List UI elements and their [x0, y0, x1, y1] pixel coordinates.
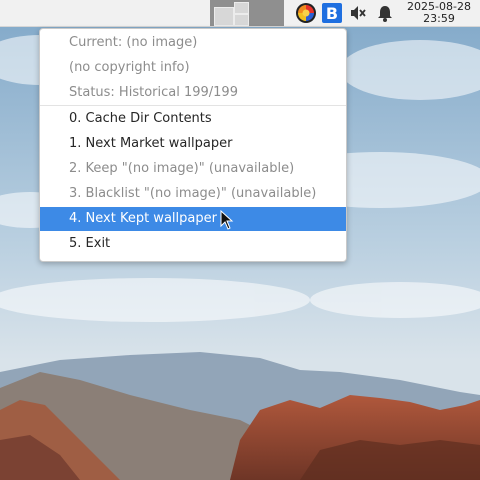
- menu-info-current: Current: (no image): [69, 35, 198, 50]
- color-wheel-icon[interactable]: [294, 1, 318, 25]
- menu-separator: [40, 105, 346, 106]
- clock[interactable]: 2025-08-28 23:59: [398, 0, 480, 27]
- menu-item-keep: 2. Keep "(no image)" (unavailable): [69, 161, 295, 176]
- menu-item-next-kept[interactable]: 4. Next Kept wallpaper: [40, 207, 346, 231]
- mouse-cursor-icon: [220, 209, 234, 230]
- workspace-1[interactable]: [214, 7, 234, 26]
- menu-item-exit[interactable]: 5. Exit: [40, 232, 346, 256]
- menu-info-status: Status: Historical 199/199: [69, 85, 238, 100]
- bing-letter: B: [322, 3, 342, 23]
- workspace-3[interactable]: [234, 14, 249, 26]
- menu-item-cache-dir[interactable]: 0. Cache Dir Contents: [40, 107, 346, 131]
- notification-bell-icon[interactable]: [373, 1, 397, 25]
- top-panel: B 2025-08-28 23:59: [0, 0, 480, 27]
- workspace-pager[interactable]: [210, 0, 284, 26]
- menu-info-copyright: (no copyright info): [69, 60, 190, 75]
- workspace-2[interactable]: [234, 2, 249, 14]
- volume-muted-icon[interactable]: [346, 1, 370, 25]
- menu-item-next-market[interactable]: 1. Next Market wallpaper: [40, 132, 346, 156]
- menu-item-blacklist: 3. Blacklist "(no image)" (unavailable): [69, 186, 317, 201]
- bing-wallpaper-icon[interactable]: B: [320, 1, 344, 25]
- clock-time: 23:59: [423, 12, 455, 25]
- tray-context-menu: Current: (no image) (no copyright info) …: [39, 28, 347, 262]
